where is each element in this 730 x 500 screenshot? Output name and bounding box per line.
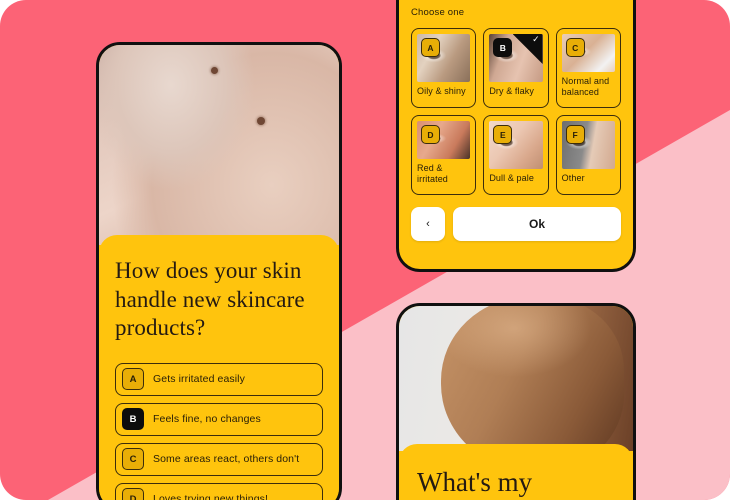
back-button[interactable]: ‹	[411, 207, 445, 241]
check-icon: ✓	[532, 34, 540, 44]
skin-card-c[interactable]: C Normal and balanced	[555, 28, 621, 108]
hero-photo-shoulder	[399, 306, 633, 451]
card-label-a: Oily & shiny	[417, 86, 466, 96]
phone-mockup-choose: Choose one A Oily & shiny ✓ B Dry & flak…	[396, 0, 636, 272]
card-badge-f: F	[565, 125, 585, 144]
answer-option-c[interactable]: C Some areas react, others don't	[115, 442, 323, 476]
skin-card-image-f: F	[561, 121, 615, 169]
card-badge-d: D	[421, 125, 440, 144]
question-title: How does your skin handle new skincare p…	[115, 258, 305, 341]
option-label-d: Loves trying new things!	[153, 493, 269, 500]
card-label-f: Other	[561, 173, 585, 183]
answer-options-list: A Gets irritated easily B Feels fine, no…	[115, 362, 323, 500]
ok-button[interactable]: Ok	[453, 207, 621, 241]
skin-card-image-e: E	[489, 121, 543, 169]
card-badge-c: C	[565, 38, 585, 57]
answer-option-d[interactable]: D Loves trying new things!	[115, 482, 323, 500]
option-badge-d: D	[122, 488, 144, 500]
skin-card-a[interactable]: A Oily & shiny	[411, 28, 477, 108]
skin-card-image-a: A	[417, 34, 471, 82]
skin-card-f[interactable]: F Other	[555, 115, 621, 195]
hero-photo-neck	[99, 45, 339, 245]
phone-mockup-result: What's my	[396, 303, 636, 500]
card-label-e: Dull & pale	[489, 173, 534, 183]
phone-mockup-question: How does your skin handle new skincare p…	[96, 42, 342, 500]
card-badge-b: B	[493, 38, 513, 57]
skin-mole-icon	[257, 117, 265, 125]
skin-type-grid: A Oily & shiny ✓ B Dry & flaky C Normal …	[411, 28, 621, 195]
option-badge-b: B	[122, 408, 144, 431]
option-badge-a: A	[122, 368, 144, 391]
answer-option-a[interactable]: A Gets irritated easily	[115, 362, 323, 396]
skin-card-image-c: C	[561, 34, 615, 72]
choose-footer-bar: ‹ Ok	[411, 207, 621, 241]
result-title: What's my	[417, 467, 533, 497]
answer-option-b[interactable]: B Feels fine, no changes	[115, 402, 323, 436]
card-label-b: Dry & flaky	[489, 86, 534, 96]
card-label-c: Normal and balanced	[561, 76, 610, 97]
card-badge-a: A	[421, 38, 440, 57]
option-label-c: Some areas react, others don't	[153, 453, 300, 466]
skin-mole-icon	[211, 67, 218, 74]
skin-card-image-d: D	[417, 121, 471, 159]
card-label-d: Red & irritated	[417, 163, 448, 184]
choose-one-header: Choose one	[411, 7, 465, 18]
option-label-b: Feels fine, no changes	[153, 413, 261, 426]
skin-card-d[interactable]: D Red & irritated	[411, 115, 477, 195]
selected-check-corner: ✓	[512, 34, 543, 64]
skin-card-b[interactable]: ✓ B Dry & flaky	[483, 28, 549, 108]
choose-sheet: Choose one A Oily & shiny ✓ B Dry & flak…	[399, 0, 633, 269]
result-sheet: What's my	[399, 444, 633, 500]
option-label-a: Gets irritated easily	[153, 373, 245, 386]
skin-card-e[interactable]: E Dull & pale	[483, 115, 549, 195]
skin-card-image-b: ✓ B	[489, 34, 543, 82]
chevron-left-icon: ‹	[426, 218, 430, 230]
option-badge-c: C	[122, 448, 144, 471]
card-badge-e: E	[493, 125, 513, 144]
screenshot-canvas: How does your skin handle new skincare p…	[0, 0, 730, 500]
question-sheet: How does your skin handle new skincare p…	[99, 235, 339, 500]
